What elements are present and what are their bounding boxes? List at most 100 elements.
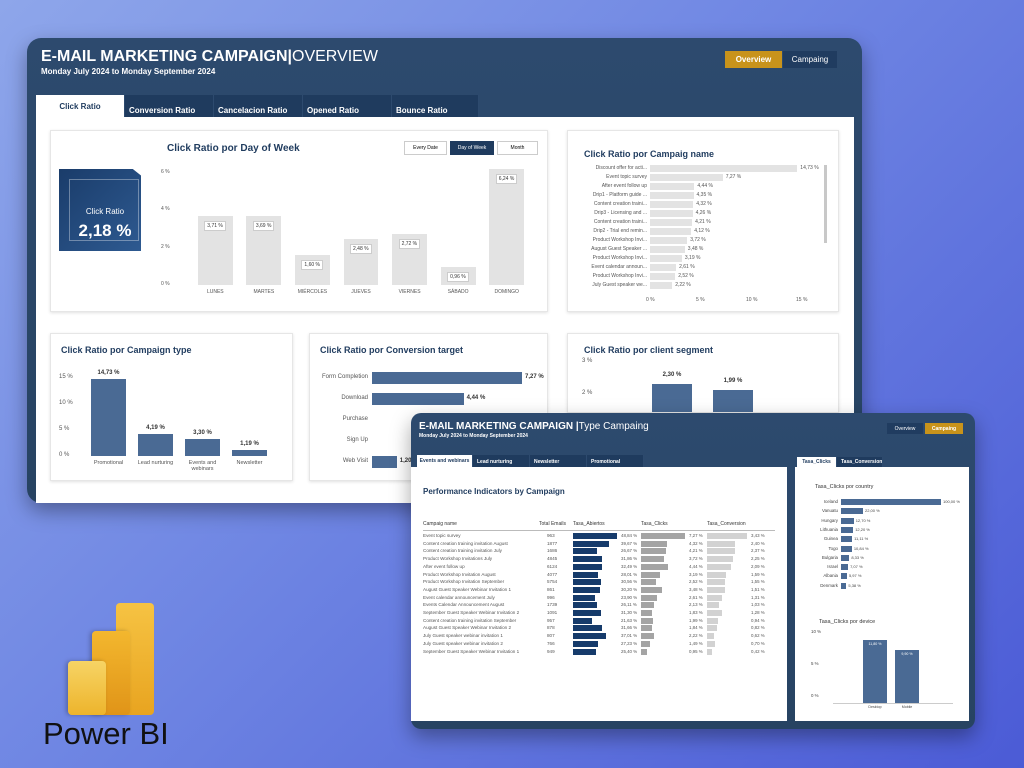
x-tick: SÁBADO — [447, 289, 469, 295]
row-name: July Guest speaker webinar invitation 2 — [423, 640, 503, 646]
tab-lead-nurturing[interactable]: Lead nurturing — [473, 455, 530, 467]
bar — [841, 545, 852, 552]
date-range: Monday July 2024 to Monday September 202… — [41, 67, 216, 76]
bar-clicks — [641, 540, 668, 547]
y-tick: 10 % — [811, 629, 822, 634]
category-label: Togo — [828, 545, 838, 551]
val-abiertos: 26,11 % — [621, 602, 637, 608]
tab-tasa-clicks[interactable]: Tasa_Clicks — [797, 457, 837, 467]
data-label: 3,72 % — [690, 237, 706, 243]
toggle-every-date[interactable]: Every Date — [404, 141, 447, 155]
country-chart: Iceland 100,00 % Vanuatu 22,00 % Hungary 12,7… — [801, 499, 967, 599]
bar — [650, 192, 694, 199]
val-conversion: 1,51 % — [751, 586, 765, 592]
val-abiertos: 37,01 % — [621, 633, 638, 639]
bar-conversion — [707, 617, 718, 624]
tab-events-webinars[interactable]: Events and webinars — [417, 455, 473, 467]
val-conversion: 0,82 % — [751, 625, 765, 631]
tab-cancelacion-ratio[interactable]: Cancelacion Ratio — [214, 95, 303, 117]
val-clicks: 4,44 % — [689, 563, 703, 569]
page-title-2: E-MAIL MARKETING CAMPAIGN |Type Campaing — [419, 421, 649, 432]
overview-button[interactable]: Overview — [725, 51, 782, 68]
bar-conversion — [707, 548, 735, 555]
bar — [372, 393, 464, 405]
campaing-button[interactable]: Campaing — [783, 51, 837, 68]
scrollbar[interactable] — [824, 165, 827, 243]
val-conversion: 0,70 % — [751, 640, 765, 646]
data-label: 2,52 % — [678, 273, 694, 279]
bar — [650, 264, 677, 271]
bar — [650, 246, 685, 253]
val-conversion: 1,28 % — [751, 610, 765, 615]
segment-chart: 3 % 2 % 2,30 % 1,99 % — [578, 358, 828, 412]
val-conversion: 2,09 % — [751, 563, 765, 569]
data-label: 4,21 % — [695, 219, 711, 225]
bar-clicks — [641, 594, 657, 601]
data-label: 11,80 % — [868, 642, 882, 647]
x-tick: Lead nurturing — [137, 460, 174, 466]
data-label: 4,44 % — [466, 395, 486, 401]
val-clicks: 4,32 % — [689, 540, 703, 546]
header-divider — [423, 530, 775, 531]
row-total: 6124 — [547, 563, 558, 569]
data-label: 4,32 % — [696, 201, 712, 207]
val-clicks: 4,21 % — [689, 548, 703, 554]
tab-newsletter[interactable]: Newsletter — [530, 455, 587, 467]
toggle-month[interactable]: Month — [497, 141, 538, 155]
data-label: 7,27 % — [725, 174, 742, 180]
val-conversion: 2,37 % — [751, 548, 765, 554]
country-panel: Tasa_Clicks por country Iceland 100,00 % V… — [795, 467, 969, 721]
bar-clicks — [641, 610, 653, 616]
tab-opened-ratio[interactable]: Opened Ratio — [303, 95, 392, 117]
row-total: 807 — [547, 633, 555, 639]
campaing-button-2[interactable]: Campaing — [925, 423, 963, 434]
bar — [650, 174, 723, 181]
tab-conversion-ratio[interactable]: Conversion Ratio — [125, 95, 214, 117]
overview-button-2[interactable]: Overview — [887, 423, 923, 434]
row-total: 4077 — [547, 571, 558, 577]
tab-tasa-conversion[interactable]: Tasa_Conversion — [837, 457, 883, 467]
val-abiertos: 23,90 % — [621, 594, 638, 600]
bar — [650, 237, 688, 244]
perf-table: Campaig name Total Emails Tasa_Abiertos Tas… — [423, 521, 781, 721]
x-tick: JUEVES — [351, 289, 371, 295]
y-tick: 0 % — [59, 452, 70, 458]
tab-click-ratio[interactable]: Click Ratio — [36, 95, 125, 117]
tab-bounce-ratio[interactable]: Bounce Ratio — [392, 95, 479, 117]
bar-conversion — [707, 571, 726, 578]
bar-clicks — [641, 602, 654, 609]
val-abiertos: 39,67 % — [621, 540, 638, 546]
val-abiertos: 21,63 % — [621, 617, 638, 623]
campaign-name-card: Click Ratio por Campaig name Discount of… — [567, 130, 839, 312]
day-of-week-card: Click Ratio 2,18 % Click Ratio por Day o… — [50, 130, 548, 312]
country-title: Tasa_Clicks por country — [815, 484, 874, 490]
bar — [232, 449, 267, 456]
val-clicks: 3,72 % — [689, 556, 703, 562]
data-label: 3,30 % — [193, 429, 212, 436]
tab-promotional[interactable]: Promotional — [587, 455, 644, 467]
bar — [138, 434, 173, 456]
data-label: 8,33 % — [851, 554, 864, 560]
metric-tabs: Click Ratio Conversion Ratio Cancelacion… — [36, 95, 479, 117]
device-chart: 10 % 5 % 0 % 11,80 % Desktop 9,90 % Mobile — [811, 629, 961, 717]
row-name: Events Calendar Announcement August — [423, 602, 505, 608]
category-label: Purchase — [342, 416, 368, 422]
x-tick: Mobile — [901, 705, 913, 709]
bar-abiertos — [573, 563, 603, 570]
data-label: 14,73 % — [97, 370, 120, 377]
row-total: 1686 — [547, 548, 558, 554]
data-label: 2,22 % — [675, 282, 691, 288]
row-total: 766 — [547, 640, 555, 646]
row-total: 996 — [547, 594, 555, 600]
data-label: 3,71 % — [204, 220, 226, 231]
val-abiertos: 48,84 % — [621, 533, 638, 538]
toggle-day-of-week[interactable]: Day of Week — [450, 141, 494, 155]
bar — [185, 438, 220, 456]
data-label: 11,11 % — [854, 536, 869, 542]
row-name: Product Workshop Invitation August — [423, 571, 496, 577]
row-total: 878 — [547, 625, 555, 631]
y-tick: 3 % — [582, 358, 593, 364]
category-label: Iceland — [823, 499, 838, 504]
row-total: 4845 — [547, 556, 558, 562]
bar — [841, 573, 847, 580]
